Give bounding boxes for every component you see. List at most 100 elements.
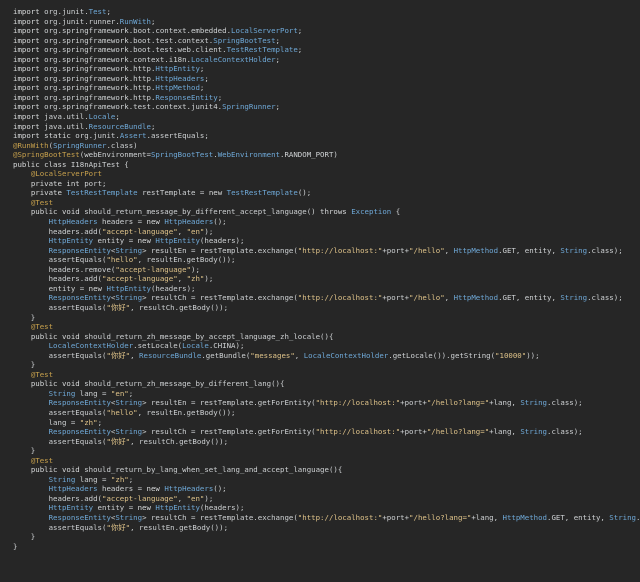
code-line[interactable]: } [13,532,640,542]
code-text: ; [204,73,209,83]
code-line[interactable]: import org.springframework.boot.test.con… [13,36,640,46]
code-text: org.springframework.test.context.junit4. [39,102,223,112]
code-line[interactable]: private TestRestTemplate restTemplate = … [13,188,640,198]
code-text: ; [217,92,223,102]
code-string: "en" [186,493,205,503]
code-line[interactable]: assertEquals("你好", resultCh.getBody()); [13,437,640,447]
code-text: headers = [97,217,147,227]
code-line[interactable]: HttpEntity entity = new HttpEntity(heade… [13,503,640,513]
code-line[interactable]: HttpHeaders headers = new HttpHeaders(); [13,484,640,494]
code-type: HttpHeaders [164,484,214,494]
code-line[interactable]: import org.springframework.test.context.… [13,102,640,112]
code-line[interactable]: import org.junit.runner.RunWith; [13,17,640,27]
code-keyword: new [137,503,151,513]
code-line[interactable]: headers.add("accept-language", "zh"); [13,274,640,284]
code-line[interactable]: public void should_return_zh_message_by_… [13,379,640,389]
code-string: "http://localhost:" [297,293,383,303]
code-line[interactable]: } [13,446,640,456]
code-line[interactable]: assertEquals("hello", resultEn.getBody()… [13,255,640,265]
code-line[interactable]: import org.springframework.http.HttpHead… [13,74,640,84]
code-line[interactable]: import org.springframework.boot.context.… [13,26,640,36]
code-line[interactable]: private int port; [13,179,640,189]
code-line[interactable]: @Test [13,198,640,208]
code-text: ); [204,274,214,284]
code-text: should_return_zh_message_by_different_la… [79,379,285,389]
code-line[interactable]: assertEquals("你好", resultCh.getBody()); [13,303,640,313]
code-line[interactable]: @Test [13,370,640,380]
code-string: "/hello?lang=" [409,512,472,522]
code-line[interactable]: ResponseEntity<String> resultCh = restTe… [13,427,640,437]
code-text: org.springframework.http. [39,73,156,83]
code-line[interactable]: } [13,360,640,370]
code-line[interactable]: import org.springframework.context.i18n.… [13,55,640,65]
code-text: } [13,446,36,456]
code-line[interactable]: lang = "zh"; [13,418,640,428]
code-text: headers.add( [13,274,102,284]
code-line[interactable]: @Test [13,322,640,332]
code-line[interactable]: import java.util.Locale; [13,112,640,122]
code-text: ; [150,121,156,131]
code-type: LocaleContextHolder [303,350,389,360]
code-line[interactable]: ResponseEntity<String> resultEn = restTe… [13,398,640,408]
code-line[interactable]: import org.springframework.http.HttpMeth… [13,83,640,93]
code-type: String [560,293,588,303]
code-line[interactable]: import org.springframework.boot.test.web… [13,45,640,55]
code-line[interactable]: import static org.junit.Assert.assertEqu… [13,131,640,141]
code-text: .class) [106,140,138,150]
code-text: , [444,245,454,255]
code-text: , resultEn.getBody()); [130,522,229,532]
code-string: "/hello?lang=" [426,427,490,437]
code-line[interactable]: ResponseEntity<String> resultEn = restTe… [13,246,640,256]
code-line[interactable]: public class I18nApiTest { [13,160,640,170]
code-line[interactable]: headers.add("accept-language", "en"); [13,494,640,504]
code-line[interactable]: assertEquals("hello", resultEn.getBody()… [13,408,640,418]
code-line[interactable]: public void should_return_by_lang_when_s… [13,465,640,475]
code-text: .assertEquals; [146,131,209,141]
code-line[interactable]: } [13,313,640,323]
code-line[interactable]: assertEquals("你好", ResourceBundle.getBun… [13,351,640,361]
code-content[interactable]: import org.junit.Test; import org.junit.r… [13,7,640,551]
code-line[interactable]: ResponseEntity<String> resultCh = restTe… [13,293,640,303]
code-line[interactable]: String lang = "en"; [13,389,640,399]
code-line[interactable]: entity = new HttpEntity(headers); [13,284,640,294]
code-keyword: throws [320,207,347,217]
code-keyword: import [13,73,40,83]
code-line[interactable]: @Test [13,456,640,466]
code-line[interactable]: HttpHeaders headers = new HttpHeaders(); [13,217,640,227]
code-line[interactable]: @LocalServerPort [13,169,640,179]
code-string: "http://localhost:" [315,427,401,437]
code-line[interactable]: ResponseEntity<String> resultCh = restTe… [13,513,640,523]
code-line[interactable]: @SpringBootTest(webEnvironment=SpringBoo… [13,150,640,160]
code-text: (headers); [199,236,245,246]
code-line[interactable]: import org.springframework.http.Response… [13,93,640,103]
code-line[interactable]: headers.add("accept-language", "en"); [13,227,640,237]
code-string: "http://localhost:" [315,398,401,408]
code-line[interactable]: import java.util.ResourceBundle; [13,122,640,132]
code-line[interactable]: import org.springframework.http.HttpEnti… [13,64,640,74]
code-line[interactable]: public void should_return_message_by_dif… [13,207,640,217]
code-text: , resultEn.getBody()); [137,407,236,417]
code-line[interactable]: assertEquals("你好", resultEn.getBody()); [13,523,640,533]
code-line[interactable]: HttpEntity entity = new HttpEntity(heade… [13,236,640,246]
code-line[interactable]: String lang = "zh"; [13,475,640,485]
code-line[interactable]: @RunWith(SpringRunner.class) [13,141,640,151]
code-line[interactable]: } [13,542,640,552]
code-text: .GET, entity, [498,293,561,303]
code-text: )); [526,350,540,360]
code-line[interactable]: LocaleContextHolder.setLocale(Locale.CHI… [13,341,640,351]
code-line[interactable]: import org.junit.Test; [13,7,640,17]
code-type: SpringRunner [53,140,107,150]
code-text: headers.add( [13,226,102,236]
code-line[interactable]: headers.remove("accept-language"); [13,265,640,275]
code-line[interactable]: public void should_return_zh_message_by_… [13,332,640,342]
code-type: ResponseEntity [48,512,111,522]
code-editor[interactable]: import org.junit.Test; import org.junit.r… [0,0,640,582]
code-text: assertEquals( [13,436,107,446]
code-text: (); [213,484,227,494]
code-text: lang = [75,388,111,398]
code-string: "你好" [106,436,131,446]
